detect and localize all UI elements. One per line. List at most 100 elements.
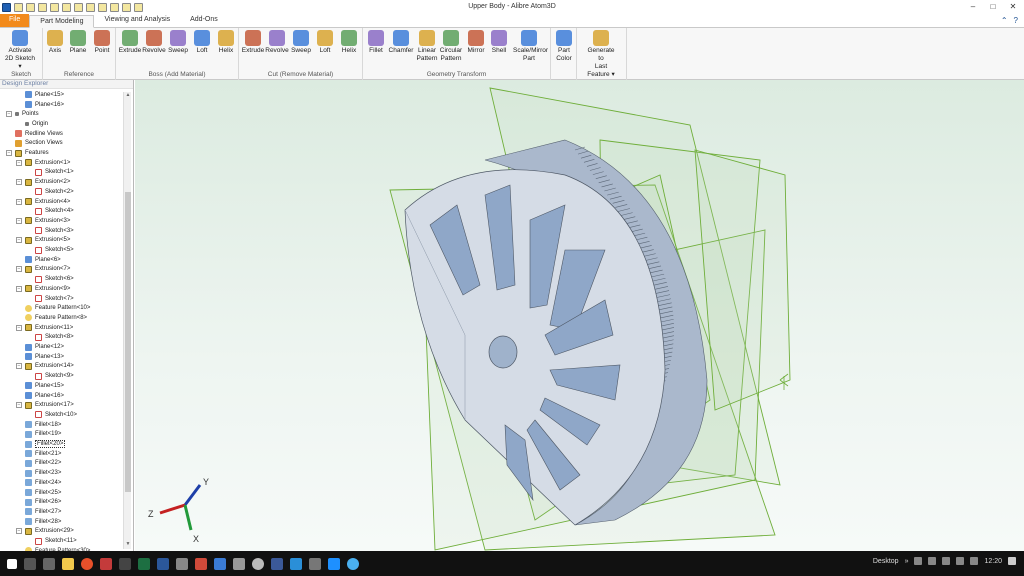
collapse-toggle-icon[interactable]: − xyxy=(16,266,22,273)
tree-node[interactable]: Plane<6> xyxy=(16,255,61,265)
desktop-label[interactable]: Desktop xyxy=(873,558,899,565)
tree-node[interactable]: Section Views xyxy=(6,139,63,149)
app-red-icon[interactable] xyxy=(100,557,112,570)
tree-node[interactable]: Plane<13> xyxy=(16,352,64,362)
activate-sketch-button[interactable]: Activate 2D Sketch ▾ xyxy=(4,30,36,71)
tree-node[interactable]: − Points xyxy=(6,109,39,119)
tree-node[interactable]: − Extrusion<1> xyxy=(16,158,70,168)
app-gray2-icon[interactable] xyxy=(233,557,245,570)
tree-node[interactable]: Fillet<19> xyxy=(16,430,61,440)
search-icon[interactable] xyxy=(24,557,36,570)
file-explorer-icon[interactable] xyxy=(62,557,74,570)
shell-button[interactable]: Shell xyxy=(483,30,515,55)
word-icon[interactable] xyxy=(157,557,169,570)
scroll-up-icon[interactable]: ▲ xyxy=(124,92,132,100)
tree-node[interactable]: Sketch<7> xyxy=(26,294,74,304)
tray-icon-1[interactable] xyxy=(914,557,923,565)
collapse-toggle-icon[interactable]: − xyxy=(16,324,22,331)
tree-node[interactable]: Sketch<3> xyxy=(26,226,74,236)
tree-node[interactable]: Fillet<22> xyxy=(16,459,61,469)
tab-add-ons[interactable]: Add-Ons xyxy=(180,14,228,27)
app-circle-icon[interactable] xyxy=(252,557,264,570)
collapse-toggle-icon[interactable]: − xyxy=(16,402,22,409)
tree-node[interactable]: Plane<16> xyxy=(16,391,64,401)
excel-icon[interactable] xyxy=(138,557,150,570)
tree-node[interactable]: Sketch<1> xyxy=(26,168,74,178)
tree-node[interactable]: Sketch<2> xyxy=(26,187,74,197)
tree-node[interactable]: Sketch<9> xyxy=(26,371,74,381)
collapse-toggle-icon[interactable]: − xyxy=(16,217,22,224)
tree-node[interactable]: − Extrusion<7> xyxy=(16,265,70,275)
tree-node[interactable]: Sketch<10> xyxy=(26,410,77,420)
part-color-button[interactable]: Part Color xyxy=(548,30,580,63)
alibre-icon[interactable] xyxy=(347,557,359,570)
windows-start-icon[interactable] xyxy=(7,558,17,569)
tree-node[interactable]: Fillet<23> xyxy=(16,468,61,478)
tree-node[interactable]: Fillet<24> xyxy=(16,478,61,488)
app-gray-icon[interactable] xyxy=(176,557,188,570)
tab-file[interactable]: File xyxy=(0,14,30,27)
chevron-icon[interactable]: » xyxy=(905,558,909,565)
tree-node[interactable]: Feature Pattern<8> xyxy=(16,313,87,323)
tray-icon-3[interactable] xyxy=(942,557,951,565)
tree-node[interactable]: Plane<16> xyxy=(16,100,64,110)
tree-node[interactable]: Fillet<18> xyxy=(16,420,61,430)
tree-node[interactable]: − Extrusion<3> xyxy=(16,216,70,226)
clock[interactable]: 12:20 xyxy=(984,558,1002,565)
collapse-toggle-icon[interactable]: − xyxy=(16,285,22,292)
app-orange-icon[interactable] xyxy=(195,557,207,570)
tree-node[interactable]: − Extrusion<29> xyxy=(16,527,74,537)
tree-node[interactable]: Fillet<26> xyxy=(16,497,61,507)
tree-node[interactable]: Fillet<20> xyxy=(16,439,66,449)
tab-part-modeling[interactable]: Part Modeling xyxy=(29,15,95,28)
app-blue-icon[interactable] xyxy=(214,557,226,570)
app-outlook-icon[interactable] xyxy=(328,557,340,570)
tree-node[interactable]: Origin xyxy=(16,119,48,129)
notifications-icon[interactable] xyxy=(1008,557,1016,565)
tree-node[interactable]: Fillet<27> xyxy=(16,507,61,517)
tree-node[interactable]: Plane<15> xyxy=(16,381,64,391)
tab-viewing-analysis[interactable]: Viewing and Analysis xyxy=(94,14,180,27)
tree-node[interactable]: − Features xyxy=(6,148,49,158)
tree-node[interactable]: Feature Pattern<10> xyxy=(16,303,90,313)
tree-node[interactable]: − Extrusion<14> xyxy=(16,362,74,372)
tree-node[interactable]: − Extrusion<9> xyxy=(16,284,70,294)
tray-icon-2[interactable] xyxy=(928,557,937,565)
scroll-down-icon[interactable]: ▼ xyxy=(124,541,132,549)
tree-node[interactable]: Fillet<25> xyxy=(16,488,61,498)
collapse-toggle-icon[interactable]: − xyxy=(16,159,22,166)
collapse-toggle-icon[interactable]: − xyxy=(6,150,12,157)
task-view-icon[interactable] xyxy=(43,557,55,570)
tree-node[interactable]: Sketch<6> xyxy=(26,274,74,284)
tree-node[interactable]: − Extrusion<4> xyxy=(16,197,70,207)
tree-node[interactable]: Fillet<28> xyxy=(16,517,61,527)
collapse-toggle-icon[interactable]: − xyxy=(16,528,22,535)
collapse-toggle-icon[interactable]: − xyxy=(16,363,22,370)
firefox-icon[interactable] xyxy=(81,557,93,570)
minimize-icon[interactable]: – xyxy=(966,1,980,11)
tree-node[interactable]: Redline Views xyxy=(6,129,63,139)
tray-icon-4[interactable] xyxy=(956,557,965,565)
collapse-toggle-icon[interactable]: − xyxy=(16,237,22,244)
tree-node[interactable]: Fillet<21> xyxy=(16,449,61,459)
collapse-toggle-icon[interactable]: − xyxy=(6,111,12,118)
model-view[interactable] xyxy=(135,80,1024,551)
collapse-ribbon-icon[interactable]: ⌃ xyxy=(1001,16,1008,25)
tree-node[interactable]: Plane<12> xyxy=(16,342,64,352)
tree-node[interactable]: − Extrusion<11> xyxy=(16,323,73,333)
app-dark-icon[interactable] xyxy=(119,557,131,570)
app-gray3-icon[interactable] xyxy=(309,557,321,570)
3d-viewport[interactable]: Y Z X xyxy=(135,80,1024,551)
tree-node[interactable]: − Extrusion<5> xyxy=(16,236,70,246)
tree-node[interactable]: Sketch<4> xyxy=(26,206,74,216)
tree-node[interactable]: − Extrusion<2> xyxy=(16,177,70,187)
help-icon[interactable]: ? xyxy=(1014,16,1018,25)
app-sky-icon[interactable] xyxy=(290,557,302,570)
tree-node[interactable]: Sketch<8> xyxy=(26,333,74,343)
collapse-toggle-icon[interactable]: − xyxy=(16,179,22,186)
tree-node[interactable]: Sketch<5> xyxy=(26,245,74,255)
tree-node[interactable]: Sketch<11> xyxy=(26,536,77,546)
collapse-toggle-icon[interactable]: − xyxy=(16,198,22,205)
scroll-thumb[interactable] xyxy=(125,192,131,492)
tray-icon-5[interactable] xyxy=(970,557,979,565)
